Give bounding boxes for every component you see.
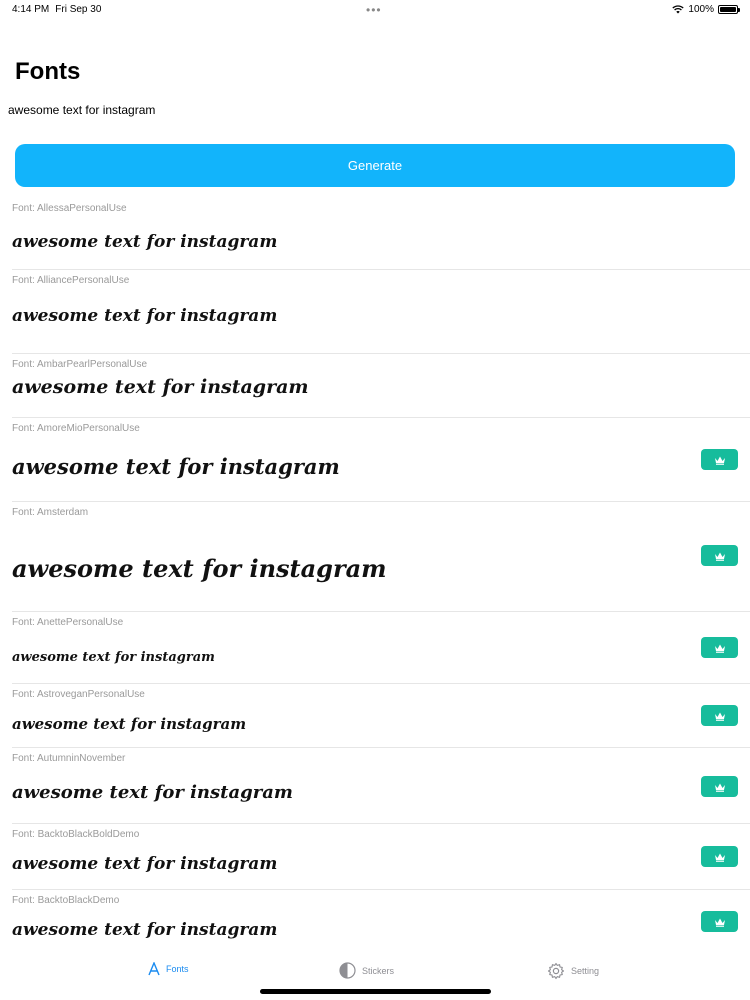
page-title: Fonts xyxy=(15,58,81,85)
tab-label: Setting xyxy=(571,966,600,976)
tab-label: Fonts xyxy=(166,964,189,974)
crown-icon xyxy=(714,783,725,792)
half-circle-icon xyxy=(339,962,356,979)
font-sample-text: awesome text for instagram xyxy=(12,554,387,583)
text-input[interactable] xyxy=(8,103,608,117)
font-sample-text: awesome text for instagram xyxy=(12,232,278,252)
font-list-item[interactable]: Font: AutumninNovember awesome text for … xyxy=(12,748,750,824)
battery-icon xyxy=(718,5,740,14)
font-list-item[interactable]: Font: AllessaPersonalUse awesome text fo… xyxy=(12,198,750,270)
premium-crown-button[interactable] xyxy=(701,449,738,470)
font-name-label: Font: AstroveganPersonalUse xyxy=(12,689,145,700)
status-date: Fri Sep 30 xyxy=(55,4,102,15)
font-list[interactable]: Font: AllessaPersonalUse awesome text fo… xyxy=(0,198,750,948)
crown-icon xyxy=(714,644,725,653)
premium-crown-button[interactable] xyxy=(701,776,738,797)
font-list-item[interactable]: Font: BacktoBlackBoldDemo awesome text f… xyxy=(12,824,750,890)
font-name-label: Font: AnettePersonalUse xyxy=(12,617,124,628)
font-name-label: Font: AmoreMioPersonalUse xyxy=(12,423,140,434)
crown-icon xyxy=(714,456,725,465)
font-name-label: Font: BacktoBlackDemo xyxy=(12,895,120,906)
tab-setting[interactable]: Setting xyxy=(547,962,599,980)
font-name-label: Font: AllessaPersonalUse xyxy=(12,203,127,214)
font-sample-text: awesome text for instagram xyxy=(12,782,293,803)
crown-icon xyxy=(714,552,725,561)
premium-crown-button[interactable] xyxy=(701,911,738,932)
home-indicator[interactable] xyxy=(260,989,491,994)
font-sample-text: awesome text for instagram xyxy=(12,454,340,479)
crown-icon xyxy=(714,712,725,721)
premium-crown-button[interactable] xyxy=(701,705,738,726)
font-list-item[interactable]: Font: AstroveganPersonalUse awesome text… xyxy=(12,684,750,748)
font-sample-text: awesome text for instagram xyxy=(12,715,247,733)
status-bar: 4:14 PM Fri Sep 30 ••• 100% xyxy=(0,0,750,20)
font-list-item[interactable]: Font: AlliancePersonalUse awesome text f… xyxy=(12,270,750,354)
font-sample-text: awesome text for instagram xyxy=(12,376,309,398)
font-list-item[interactable]: Font: BacktoBlackDemo awesome text for i… xyxy=(12,890,750,948)
premium-crown-button[interactable] xyxy=(701,637,738,658)
font-name-label: Font: AutumninNovember xyxy=(12,753,126,764)
battery-percent: 100% xyxy=(688,4,714,15)
premium-crown-button[interactable] xyxy=(701,846,738,867)
font-letter-icon xyxy=(148,962,160,976)
tab-stickers[interactable]: Stickers xyxy=(339,962,394,979)
font-sample-text: awesome text for instagram xyxy=(12,650,215,665)
gear-icon xyxy=(547,962,565,980)
multitasking-dots-icon[interactable]: ••• xyxy=(366,3,382,17)
generate-button[interactable]: Generate xyxy=(15,144,735,187)
crown-icon xyxy=(714,918,725,927)
font-list-item[interactable]: Font: AmoreMioPersonalUse awesome text f… xyxy=(12,418,750,502)
wifi-icon xyxy=(672,5,685,14)
font-name-label: Font: Amsterdam xyxy=(12,507,89,518)
tab-fonts[interactable]: Fonts xyxy=(148,962,189,976)
font-sample-text: awesome text for instagram xyxy=(12,854,278,874)
font-list-item[interactable]: Font: AmbarPearlPersonalUse awesome text… xyxy=(12,354,750,418)
font-name-label: Font: BacktoBlackBoldDemo xyxy=(12,829,140,840)
status-time: 4:14 PM xyxy=(12,4,50,15)
font-name-label: Font: AlliancePersonalUse xyxy=(12,275,130,286)
crown-icon xyxy=(714,853,725,862)
font-sample-text: awesome text for instagram xyxy=(12,306,278,326)
font-list-item[interactable]: Font: AnettePersonalUse awesome text for… xyxy=(12,612,750,684)
tab-label: Stickers xyxy=(362,965,395,976)
font-list-item[interactable]: Font: Amsterdam awesome text for instagr… xyxy=(12,502,750,612)
premium-crown-button[interactable] xyxy=(701,545,738,566)
font-sample-text: awesome text for instagram xyxy=(12,920,278,940)
font-name-label: Font: AmbarPearlPersonalUse xyxy=(12,359,148,370)
